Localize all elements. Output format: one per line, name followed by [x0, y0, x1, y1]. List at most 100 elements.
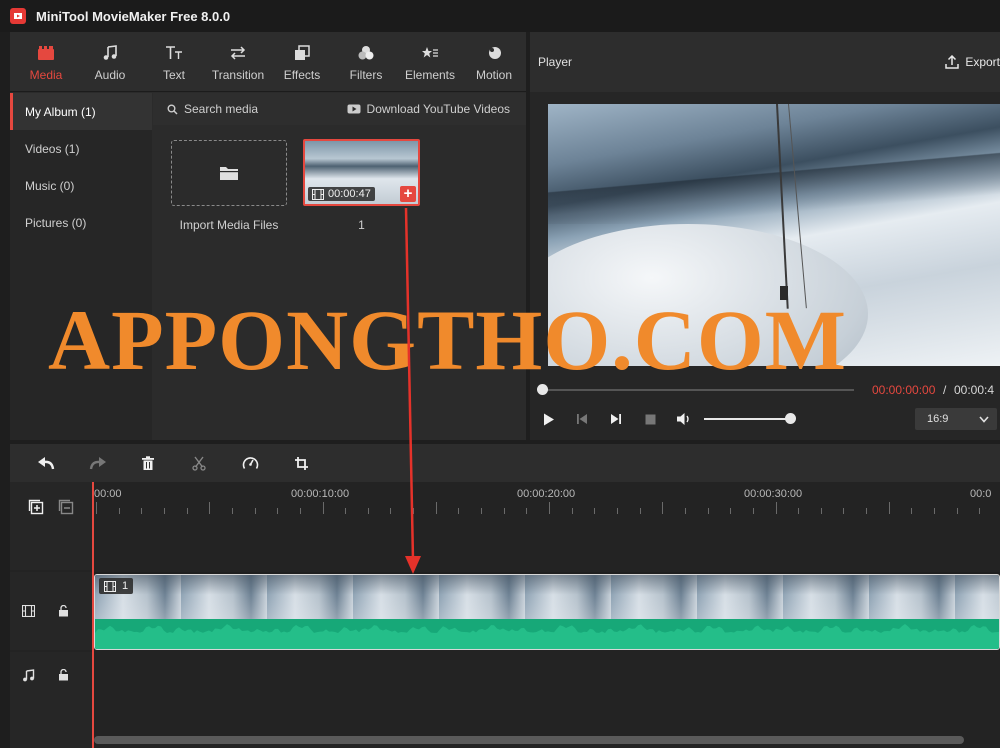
effects-icon: [294, 43, 310, 63]
ruler-tick: [571, 508, 573, 514]
stop-button[interactable]: [641, 411, 659, 427]
tab-filters-label: Filters: [349, 67, 383, 82]
ruler-tick: [775, 502, 777, 514]
timeline-scrollbar[interactable]: [94, 736, 964, 744]
next-frame-button[interactable]: [607, 411, 625, 427]
tab-elements-label: Elements: [404, 67, 456, 82]
ruler-tick: [322, 502, 324, 514]
timeline-video-clip[interactable]: 1: [94, 574, 1000, 650]
crop-button[interactable]: [291, 454, 311, 472]
tab-motion-label: Motion: [475, 67, 513, 82]
ruler-tick: [435, 502, 437, 514]
ruler-tick: [979, 508, 981, 514]
ruler-tick: [639, 508, 641, 514]
play-button[interactable]: [540, 411, 558, 427]
split-button[interactable]: [189, 454, 209, 472]
ruler-label: 00:00:10:00: [291, 488, 350, 500]
ruler-tick: [299, 508, 301, 514]
download-youtube-label: Download YouTube Videos: [366, 102, 510, 116]
audio-track-icon: [19, 666, 37, 684]
redo-button[interactable]: [88, 454, 108, 472]
export-label: Export: [965, 55, 1000, 69]
skip-back-icon: [577, 414, 587, 424]
app-logo-icon: [10, 8, 26, 24]
playhead[interactable]: [92, 482, 94, 748]
ruler-tick: [549, 502, 550, 514]
sidebar-item-pictures[interactable]: Pictures (0): [10, 204, 152, 241]
music-note-icon: [102, 43, 118, 63]
audio-track-lock-button[interactable]: [54, 666, 72, 684]
search-media-input[interactable]: Search media: [167, 102, 258, 116]
volume-slider-handle[interactable]: [785, 413, 796, 424]
tab-transition[interactable]: Transition: [206, 32, 270, 92]
timeline: 00:00 00:00:10:00 00:00:20:00 00:00:30:0…: [10, 482, 1000, 748]
tab-elements[interactable]: Elements: [398, 32, 462, 92]
chevron-down-icon: [979, 415, 989, 423]
ruler-tick: [367, 508, 369, 514]
ruler-label: 00:0: [970, 488, 992, 500]
redo-icon: [89, 457, 106, 470]
ruler-tick: [481, 508, 483, 514]
add-track-icon: [28, 499, 44, 515]
aspect-ratio-value: 16:9: [927, 413, 949, 425]
transition-icon: [229, 43, 247, 63]
remove-track-button[interactable]: [57, 498, 75, 516]
tab-audio[interactable]: Audio: [78, 32, 142, 92]
player-header: Player Export: [530, 32, 1000, 92]
skip-forward-icon: [611, 414, 621, 424]
delete-button[interactable]: [138, 454, 158, 472]
import-media-label: Import Media Files: [179, 218, 279, 232]
ruler-tick: [843, 508, 845, 514]
undo-button[interactable]: [36, 454, 56, 472]
clip-duration-badge: 00:00:47: [308, 187, 375, 201]
tab-filters[interactable]: Filters: [334, 32, 398, 92]
ruler-tick: [503, 508, 505, 514]
volume-button[interactable]: [675, 411, 693, 427]
ruler-tick: [820, 508, 822, 514]
export-icon: [945, 55, 960, 69]
search-icon: [167, 104, 178, 115]
media-icon: [37, 43, 55, 63]
aspect-ratio-select[interactable]: 16:9: [915, 408, 997, 430]
tab-effects[interactable]: Effects: [270, 32, 334, 92]
ruler-tick: [730, 508, 732, 514]
volume-slider-track[interactable]: [704, 418, 792, 420]
ruler-tick: [866, 508, 868, 514]
ruler-tick: [798, 508, 800, 514]
timeline-ruler[interactable]: 00:00 00:00:10:00 00:00:20:00 00:00:30:0…: [94, 482, 1000, 520]
sidebar-item-videos[interactable]: Videos (1): [10, 130, 152, 167]
film-icon: [104, 580, 116, 592]
tab-audio-label: Audio: [94, 67, 126, 82]
previous-frame-button[interactable]: [573, 411, 591, 427]
main-toolbar: Media Audio Text Transition Effects Filt…: [10, 32, 526, 92]
sidebar-item-music[interactable]: Music (0): [10, 167, 152, 204]
media-clip-thumbnail[interactable]: 00:00:47 +: [303, 139, 420, 206]
tab-text-label: Text: [162, 67, 185, 82]
import-media-button[interactable]: [171, 140, 287, 206]
video-track: 1: [94, 572, 1000, 650]
title-bar: MiniTool MovieMaker Free 8.0.0: [0, 0, 1000, 32]
add-track-button[interactable]: [27, 498, 45, 516]
total-time: 00:00:4: [954, 383, 995, 397]
download-youtube-button[interactable]: Download YouTube Videos: [347, 102, 510, 116]
tab-media[interactable]: Media: [14, 32, 78, 92]
ruler-tick: [458, 508, 460, 514]
search-media-placeholder: Search media: [184, 102, 259, 116]
remove-track-icon: [58, 499, 74, 515]
speedometer-icon: [242, 456, 258, 469]
ruler-tick: [413, 508, 415, 514]
export-button[interactable]: Export: [945, 55, 1000, 69]
add-to-timeline-button[interactable]: +: [400, 186, 416, 202]
stop-icon: [645, 414, 655, 424]
ruler-tick: [390, 508, 392, 514]
player-title: Player: [538, 55, 573, 69]
ruler-tick: [616, 508, 618, 514]
tab-text[interactable]: Text: [142, 32, 206, 92]
ruler-tick: [956, 508, 958, 514]
speed-button[interactable]: [240, 454, 260, 472]
sidebar-item-my-album[interactable]: My Album (1): [10, 93, 152, 130]
video-track-lock-button[interactable]: [54, 602, 72, 620]
tab-media-label: Media: [29, 67, 63, 82]
media-search-bar: Search media Download YouTube Videos: [153, 93, 526, 125]
tab-motion[interactable]: Motion: [462, 32, 526, 92]
